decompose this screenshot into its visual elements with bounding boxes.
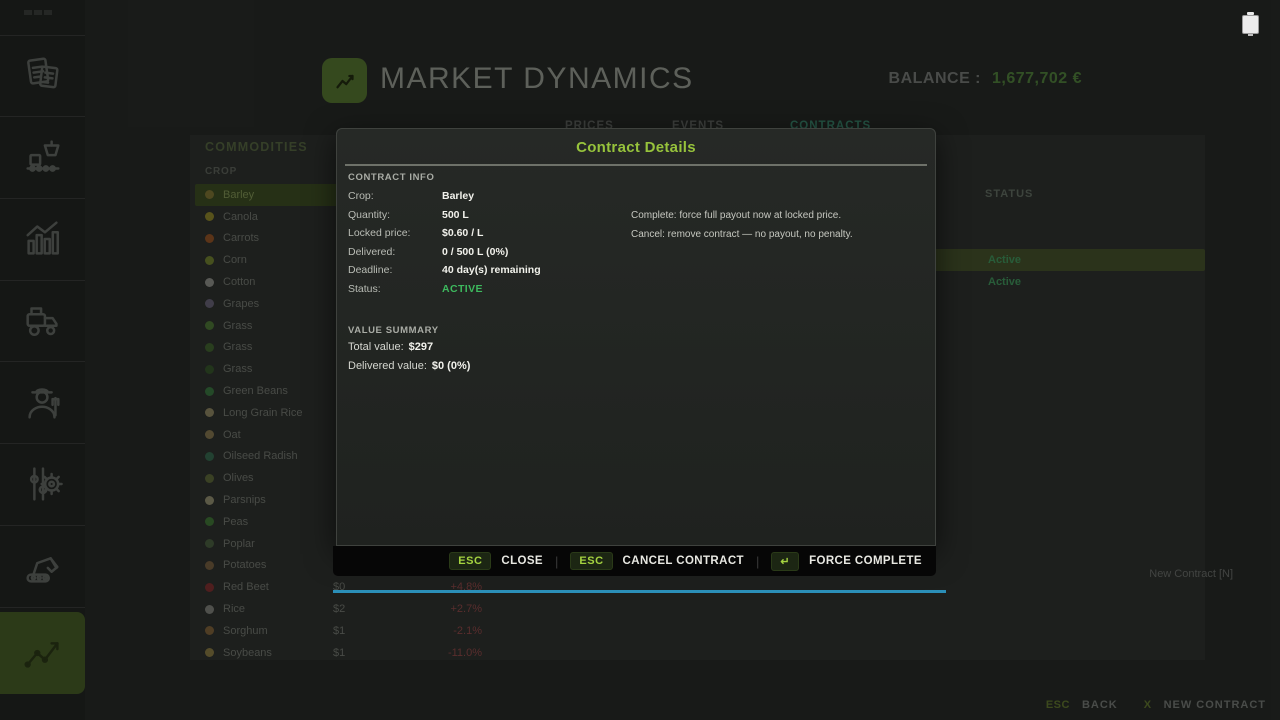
footer-separator: | — [756, 554, 759, 569]
contract-fields: Crop: Barley Quantity: 500 L Locked price: $0… — [348, 190, 638, 302]
delivered-value-label: Delivered value: — [348, 360, 427, 372]
field-value: 40 day(s) remaining — [442, 264, 541, 276]
field-value: ACTIVE — [442, 283, 483, 295]
field-value: Barley — [442, 190, 474, 202]
dialog-title: Contract Details — [337, 129, 935, 156]
battery-icon — [1242, 12, 1259, 36]
close-button[interactable]: ESC CLOSE — [449, 552, 543, 570]
contract-field: Status: ACTIVE — [348, 283, 638, 302]
button-label: CLOSE — [501, 555, 543, 567]
field-label: Quantity: — [348, 209, 390, 221]
field-label: Crop: — [348, 190, 374, 202]
delivered-value: $0 (0%) — [432, 360, 471, 372]
action-hints: Complete: force full payout now at locke… — [631, 210, 853, 247]
contract-details-dialog: Contract Details CONTRACT INFO Crop: Barl… — [336, 128, 936, 546]
value-summary-section-label: VALUE SUMMARY — [348, 325, 439, 336]
delivered-value-line: Delivered value: $0 (0%) — [348, 360, 470, 372]
dialog-footer-bar: ESC CLOSE | ESC CANCEL CONTRACT | ↵ FORCE COMPL… — [333, 546, 936, 576]
game-screen: MARKET DYNAMICS BALANCE : 1,677,702 € PR… — [0, 0, 1280, 720]
button-label: CANCEL CONTRACT — [623, 555, 744, 567]
contract-field: Locked price: $0.60 / L — [348, 227, 638, 246]
force-complete-button[interactable]: ↵ FORCE COMPLETE — [771, 552, 922, 571]
esc-key: ESC — [570, 552, 612, 570]
action-hint: Cancel: remove contract — no payout, no … — [631, 229, 853, 248]
field-label: Status: — [348, 283, 381, 295]
field-label: Delivered: — [348, 246, 395, 258]
contract-field: Delivered: 0 / 500 L (0%) — [348, 246, 638, 265]
title-separator — [345, 164, 927, 166]
field-value: 500 L — [442, 209, 469, 221]
total-value: $297 — [409, 341, 433, 353]
enter-key-icon: ↵ — [771, 552, 799, 571]
contract-field: Deadline: 40 day(s) remaining — [348, 264, 638, 283]
footer-separator: | — [555, 554, 558, 569]
button-label: FORCE COMPLETE — [809, 555, 922, 567]
field-value: 0 / 500 L (0%) — [442, 246, 508, 258]
total-value-line: Total value: $297 — [348, 341, 433, 353]
focus-underline — [333, 590, 946, 593]
total-value-label: Total value: — [348, 341, 404, 353]
contract-info-section-label: CONTRACT INFO — [348, 172, 434, 183]
esc-key: ESC — [449, 552, 491, 570]
cancel-contract-button[interactable]: ESC CANCEL CONTRACT — [570, 552, 744, 570]
field-label: Deadline: — [348, 264, 392, 276]
contract-field: Crop: Barley — [348, 190, 638, 209]
field-value: $0.60 / L — [442, 227, 483, 239]
action-hint: Complete: force full payout now at locke… — [631, 210, 853, 229]
field-label: Locked price: — [348, 227, 410, 239]
contract-field: Quantity: 500 L — [348, 209, 638, 228]
